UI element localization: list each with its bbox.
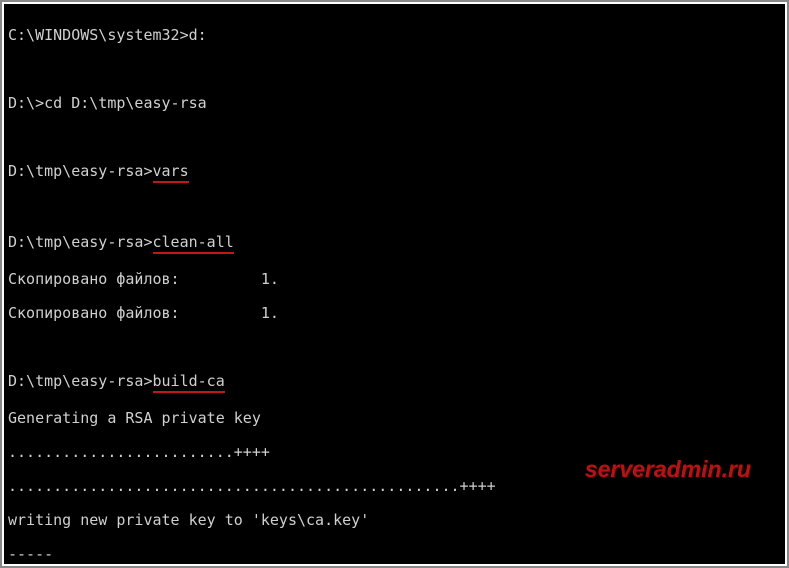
prompt: C:\WINDOWS\system32>	[8, 26, 189, 44]
watermark-text: serveradmin.ru	[585, 461, 751, 478]
terminal-line: C:\WINDOWS\system32>d:	[8, 27, 781, 44]
prompt: D:\tmp\easy-rsa>	[8, 372, 153, 390]
command-highlight-vars: vars	[153, 163, 189, 183]
prompt: D:\>	[8, 94, 44, 112]
terminal-output: writing new private key to 'keys\ca.key'	[8, 512, 781, 529]
terminal-window[interactable]: C:\WINDOWS\system32>d: D:\>cd D:\tmp\eas…	[2, 2, 787, 566]
terminal-blank	[8, 129, 781, 146]
command-highlight-build-ca: build-ca	[153, 373, 225, 393]
terminal-output: .........................++++	[8, 444, 781, 461]
terminal-line: D:\tmp\easy-rsa>clean-all	[8, 234, 781, 254]
terminal-line: D:\tmp\easy-rsa>vars	[8, 163, 781, 183]
terminal-blank	[8, 61, 781, 78]
terminal-line: D:\tmp\easy-rsa>build-ca	[8, 373, 781, 393]
terminal-blank	[8, 339, 781, 356]
terminal-blank	[8, 200, 781, 217]
terminal-output: Скопировано файлов: 1.	[8, 305, 781, 322]
terminal-output: Скопировано файлов: 1.	[8, 271, 781, 288]
command-text: d:	[189, 26, 207, 44]
terminal-output: -----	[8, 546, 781, 563]
terminal-output: ........................................…	[8, 478, 781, 495]
prompt: D:\tmp\easy-rsa>	[8, 233, 153, 251]
terminal-line: D:\>cd D:\tmp\easy-rsa	[8, 95, 781, 112]
command-highlight-clean-all: clean-all	[153, 234, 234, 254]
prompt: D:\tmp\easy-rsa>	[8, 162, 153, 180]
terminal-output: Generating a RSA private key	[8, 410, 781, 427]
command-text: cd D:\tmp\easy-rsa	[44, 94, 207, 112]
screenshot-frame: C:\WINDOWS\system32>d: D:\>cd D:\tmp\eas…	[0, 0, 789, 568]
